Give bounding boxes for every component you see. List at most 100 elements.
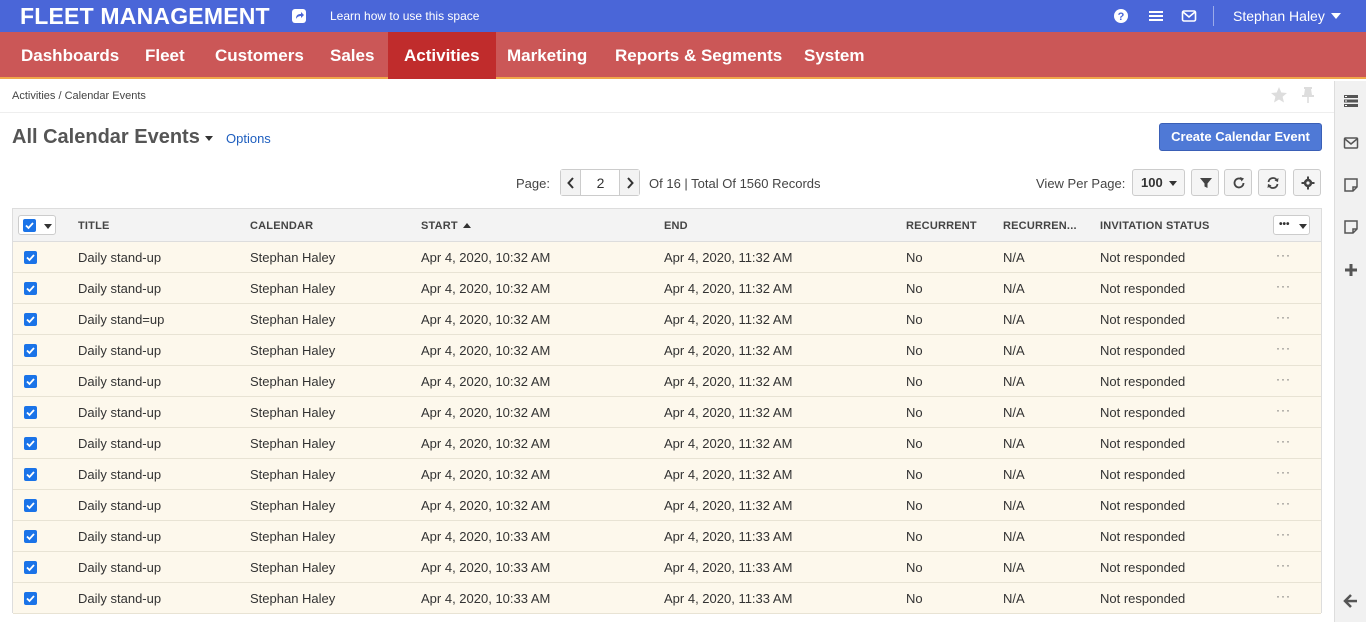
note-icon[interactable] [1343, 177, 1359, 193]
pin-icon[interactable] [1300, 86, 1316, 109]
table-row[interactable]: Daily stand-up Stephan Haley Apr 4, 2020… [13, 428, 1321, 459]
more-icon: ••• [1279, 219, 1290, 230]
nav-item-dashboards[interactable]: Dashboards [5, 32, 135, 79]
table-row[interactable]: Daily stand-up Stephan Haley Apr 4, 2020… [13, 521, 1321, 552]
table-row[interactable]: Daily stand-up Stephan Haley Apr 4, 2020… [13, 552, 1321, 583]
nav-item-marketing[interactable]: Marketing [491, 32, 603, 79]
nav-item-customers[interactable]: Customers [199, 32, 320, 79]
help-icon[interactable]: ? [1113, 8, 1129, 24]
cell-calendar: Stephan Haley [250, 529, 336, 544]
row-actions-button[interactable]: ··· [1276, 527, 1291, 541]
cell-recurrence: N/A [1003, 374, 1025, 389]
app-brand[interactable]: FLEET MANAGEMENT [20, 3, 270, 30]
cell-recurrent: No [906, 250, 923, 265]
nav-item-reports-segments[interactable]: Reports & Segments [599, 32, 798, 79]
row-actions-button[interactable]: ··· [1276, 372, 1291, 386]
cell-title: Daily stand-up [78, 250, 162, 265]
hamburger-menu-icon[interactable] [1148, 8, 1164, 24]
cell-end: Apr 4, 2020, 11:32 AM [664, 374, 793, 389]
breadcrumb[interactable]: Activities / Calendar Events [12, 90, 146, 102]
settings-button[interactable] [1293, 169, 1321, 196]
cell-recurrence: N/A [1003, 405, 1025, 420]
nav-item-sales[interactable]: Sales [314, 32, 390, 79]
cell-recurrent: No [906, 343, 923, 358]
star-icon[interactable] [1270, 86, 1288, 109]
nav-item-fleet[interactable]: Fleet [129, 32, 201, 79]
next-page-button[interactable] [619, 170, 639, 195]
table-row[interactable]: Daily stand=up Stephan Haley Apr 4, 2020… [13, 304, 1321, 335]
cell-recurrent: No [906, 281, 923, 296]
column-header-recurrence[interactable]: RECURREN... [1003, 220, 1077, 232]
row-checkbox[interactable] [24, 375, 37, 388]
select-all-dropdown[interactable] [18, 215, 56, 235]
cell-end: Apr 4, 2020, 11:32 AM [664, 343, 793, 358]
page-number-input[interactable] [582, 170, 619, 195]
filter-button[interactable] [1191, 169, 1219, 196]
row-actions-button[interactable]: ··· [1276, 434, 1291, 448]
row-actions-button[interactable]: ··· [1276, 403, 1291, 417]
cell-end: Apr 4, 2020, 11:32 AM [664, 250, 793, 265]
arrow-left-icon[interactable] [1343, 593, 1359, 609]
column-header-calendar[interactable]: CALENDAR [250, 220, 313, 232]
row-checkbox[interactable] [24, 313, 37, 326]
nav-item-system[interactable]: System [788, 32, 880, 79]
per-page-select[interactable]: 100 [1132, 169, 1185, 196]
table-row[interactable]: Daily stand-up Stephan Haley Apr 4, 2020… [13, 397, 1321, 428]
reset-button[interactable] [1258, 169, 1286, 196]
chevron-down-icon[interactable] [205, 136, 213, 141]
row-actions-button[interactable]: ··· [1276, 279, 1291, 293]
cell-recurrent: No [906, 560, 923, 575]
row-checkbox[interactable] [24, 561, 37, 574]
row-checkbox[interactable] [24, 344, 37, 357]
row-checkbox[interactable] [24, 437, 37, 450]
column-header-recurrent[interactable]: RECURRENT [906, 220, 977, 232]
column-menu-button[interactable]: ••• [1273, 215, 1310, 235]
row-actions-button[interactable]: ··· [1276, 341, 1291, 355]
column-header-title[interactable]: TITLE [78, 220, 110, 232]
table-row[interactable]: Daily stand-up Stephan Haley Apr 4, 2020… [13, 459, 1321, 490]
column-header-end[interactable]: END [664, 220, 688, 232]
row-checkbox[interactable] [24, 406, 37, 419]
nav-item-activities[interactable]: Activities [388, 32, 496, 79]
select-all-checkbox[interactable] [23, 219, 36, 232]
row-checkbox[interactable] [24, 592, 37, 605]
row-actions-button[interactable]: ··· [1276, 589, 1291, 603]
row-actions-button[interactable]: ··· [1276, 310, 1291, 324]
row-actions-button[interactable]: ··· [1276, 248, 1291, 262]
table-row[interactable]: Daily stand-up Stephan Haley Apr 4, 2020… [13, 490, 1321, 521]
row-checkbox[interactable] [24, 282, 37, 295]
page-title[interactable]: All Calendar Events [12, 126, 200, 149]
table-row[interactable]: Daily stand-up Stephan Haley Apr 4, 2020… [13, 366, 1321, 397]
options-link[interactable]: Options [226, 131, 271, 146]
learn-link[interactable]: Learn how to use this space [330, 9, 479, 23]
refresh-button[interactable] [1224, 169, 1252, 196]
mail-icon[interactable] [1343, 135, 1359, 151]
row-checkbox[interactable] [24, 530, 37, 543]
cell-calendar: Stephan Haley [250, 405, 336, 420]
prev-page-button[interactable] [561, 170, 581, 195]
table-row[interactable]: Daily stand-up Stephan Haley Apr 4, 2020… [13, 583, 1321, 614]
column-header-start[interactable]: START [421, 220, 471, 232]
note-icon[interactable] [1343, 219, 1359, 235]
table-row[interactable]: Daily stand-up Stephan Haley Apr 4, 2020… [13, 335, 1321, 366]
plus-icon[interactable] [1343, 262, 1359, 278]
row-checkbox[interactable] [24, 468, 37, 481]
row-actions-button[interactable]: ··· [1276, 496, 1291, 510]
table-row[interactable]: Daily stand-up Stephan Haley Apr 4, 2020… [13, 273, 1321, 304]
row-actions-button[interactable]: ··· [1276, 465, 1291, 479]
table-row[interactable]: Daily stand-up Stephan Haley Apr 4, 2020… [13, 242, 1321, 273]
cell-end: Apr 4, 2020, 11:32 AM [664, 405, 793, 420]
list-icon[interactable] [1343, 93, 1359, 109]
row-checkbox[interactable] [24, 499, 37, 512]
mail-icon[interactable] [1181, 8, 1197, 24]
user-menu[interactable]: Stephan Haley [1233, 8, 1341, 24]
row-actions-button[interactable]: ··· [1276, 558, 1291, 572]
cell-invitation-status: Not responded [1100, 250, 1186, 265]
create-calendar-event-button[interactable]: Create Calendar Event [1159, 123, 1322, 151]
cell-calendar: Stephan Haley [250, 498, 336, 513]
cell-start: Apr 4, 2020, 10:32 AM [421, 374, 551, 389]
row-checkbox[interactable] [24, 251, 37, 264]
share-icon[interactable] [292, 9, 306, 23]
records-count: Of 16 | Total Of 1560 Records [649, 176, 821, 191]
column-header-invitation-status[interactable]: INVITATION STATUS [1100, 220, 1210, 232]
